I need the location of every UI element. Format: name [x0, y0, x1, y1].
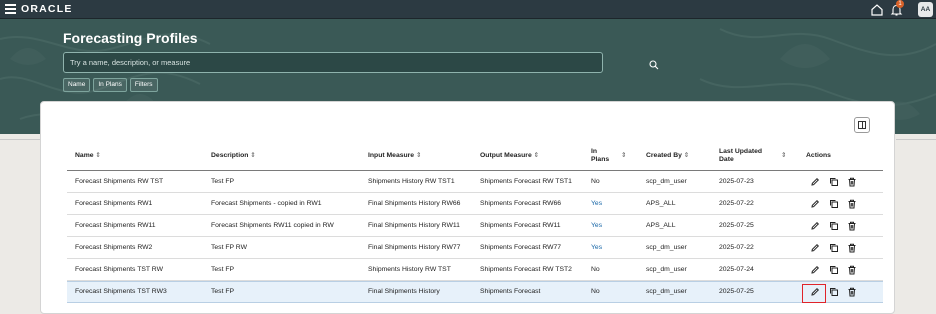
copy-icon[interactable]	[829, 287, 839, 297]
column-header-description[interactable]: Description ⇕	[211, 152, 256, 160]
cell-in-plans: No	[591, 288, 600, 295]
column-header-in-plans[interactable]: In Plans	[591, 148, 613, 164]
cell-description: Test FP	[211, 288, 235, 295]
cell-description: Test FP	[211, 266, 235, 273]
cell-last-updated: 2025-07-22	[719, 200, 754, 207]
cell-last-updated: 2025-07-25	[719, 288, 754, 295]
divider	[896, 139, 936, 140]
cell-name: Forecast Shipments RW2	[75, 244, 153, 251]
cell-output-measure: Shipments Forecast RW66	[480, 200, 562, 207]
cell-name: Forecast Shipments RW1	[75, 200, 153, 207]
search-box	[63, 52, 659, 73]
columns-panel-button[interactable]	[854, 117, 870, 133]
filter-chip-filters[interactable]: Filters	[129, 78, 158, 92]
pencil-icon[interactable]	[810, 265, 820, 275]
cell-input-measure: Shipments History RW TST1	[368, 178, 455, 185]
cell-output-measure: Shipments Forecast	[480, 288, 541, 295]
cell-in-plans: No	[591, 266, 600, 273]
columns-panel-icon	[858, 121, 866, 129]
pencil-icon[interactable]	[810, 243, 820, 253]
page-title: Forecasting Profiles	[63, 30, 198, 46]
sort-icon[interactable]: ⇕	[95, 152, 100, 159]
trash-icon[interactable]	[847, 177, 857, 187]
copy-icon[interactable]	[829, 199, 839, 209]
sort-icon[interactable]: ⇕	[781, 152, 786, 160]
cell-description: Test FP	[211, 178, 235, 185]
cell-created-by: scp_dm_user	[646, 244, 687, 251]
trash-icon[interactable]	[847, 287, 857, 297]
copy-icon[interactable]	[829, 243, 839, 253]
cell-output-measure: Shipments Forecast RW TST2	[480, 266, 572, 273]
cell-input-measure: Final Shipments History	[368, 288, 440, 295]
cell-output-measure: Shipments Forecast RW11	[480, 222, 561, 229]
column-header-input-measure[interactable]: Input Measure ⇕	[368, 152, 421, 160]
cell-created-by: scp_dm_user	[646, 288, 687, 295]
pencil-icon[interactable]	[810, 199, 820, 209]
cell-input-measure: Final Shipments History RW11	[368, 222, 460, 229]
cell-description: Forecast Shipments RW11 copied in RW	[211, 222, 334, 229]
cell-last-updated: 2025-07-25	[719, 222, 754, 229]
cell-last-updated: 2025-07-22	[719, 244, 754, 251]
cell-created-by: scp_dm_user	[646, 266, 687, 273]
cell-input-measure: Final Shipments History RW77	[368, 244, 461, 251]
cell-last-updated: 2025-07-23	[719, 178, 754, 185]
search-icon[interactable]	[649, 57, 659, 70]
cell-created-by: APS_ALL	[646, 200, 676, 207]
home-icon[interactable]	[870, 3, 884, 16]
cell-created-by: APS_ALL	[646, 222, 676, 229]
copy-icon[interactable]	[829, 177, 839, 187]
cell-name: Forecast Shipments RW TST	[75, 178, 164, 185]
cell-name: Forecast Shipments TST RW3	[75, 288, 167, 295]
pencil-icon[interactable]	[810, 221, 820, 231]
filter-chip-name[interactable]: Name	[63, 78, 91, 92]
cell-description: Forecast Shipments - copied in RW1	[211, 200, 322, 207]
column-header-last-updated[interactable]: Last Updated Date	[719, 148, 769, 164]
column-header-created-by[interactable]: Created By ⇕	[646, 152, 689, 160]
sort-icon[interactable]: ⇕	[416, 152, 421, 159]
cell-description: Test FP RW	[211, 244, 248, 251]
cell-in-plans[interactable]: Yes	[591, 222, 621, 230]
trash-icon[interactable]	[847, 221, 857, 231]
column-header-actions: Actions	[806, 152, 831, 159]
cell-input-measure: Shipments History RW TST	[368, 266, 451, 273]
sort-icon[interactable]: ⇕	[621, 152, 626, 160]
cell-in-plans[interactable]: Yes	[591, 244, 621, 252]
filter-chip-in-plans[interactable]: In Plans	[93, 78, 127, 92]
global-header: ORACLE 1 AA	[0, 0, 936, 19]
cell-output-measure: Shipments Forecast RW TST1	[480, 178, 572, 185]
cell-output-measure: Shipments Forecast RW77	[480, 244, 562, 251]
avatar[interactable]: AA	[918, 2, 933, 17]
focus-highlight	[802, 284, 826, 303]
filter-chips: Name In Plans Filters	[63, 78, 161, 92]
sort-icon[interactable]: ⇕	[534, 152, 539, 159]
search-input[interactable]	[70, 55, 570, 70]
trash-icon[interactable]	[847, 243, 857, 253]
cell-name: Forecast Shipments TST RW	[75, 266, 164, 273]
copy-icon[interactable]	[829, 265, 839, 275]
copy-icon[interactable]	[829, 221, 839, 231]
cell-name: Forecast Shipments RW11	[75, 222, 156, 229]
cell-in-plans[interactable]: Yes	[591, 200, 621, 208]
sort-icon[interactable]: ⇕	[250, 152, 255, 159]
cell-created-by: scp_dm_user	[646, 178, 687, 185]
pencil-icon[interactable]	[810, 177, 820, 187]
notification-badge: 1	[896, 0, 904, 8]
cell-last-updated: 2025-07-24	[719, 266, 754, 273]
hamburger-icon[interactable]	[5, 4, 16, 15]
column-header-name[interactable]: Name ⇕	[75, 152, 101, 160]
oracle-logo: ORACLE	[21, 3, 73, 15]
divider	[0, 139, 40, 140]
cell-in-plans: No	[591, 178, 600, 185]
trash-icon[interactable]	[847, 199, 857, 209]
cell-input-measure: Final Shipments History RW66	[368, 200, 461, 207]
column-header-output-measure[interactable]: Output Measure ⇕	[480, 152, 539, 160]
sort-icon[interactable]: ⇕	[684, 152, 689, 159]
trash-icon[interactable]	[847, 265, 857, 275]
